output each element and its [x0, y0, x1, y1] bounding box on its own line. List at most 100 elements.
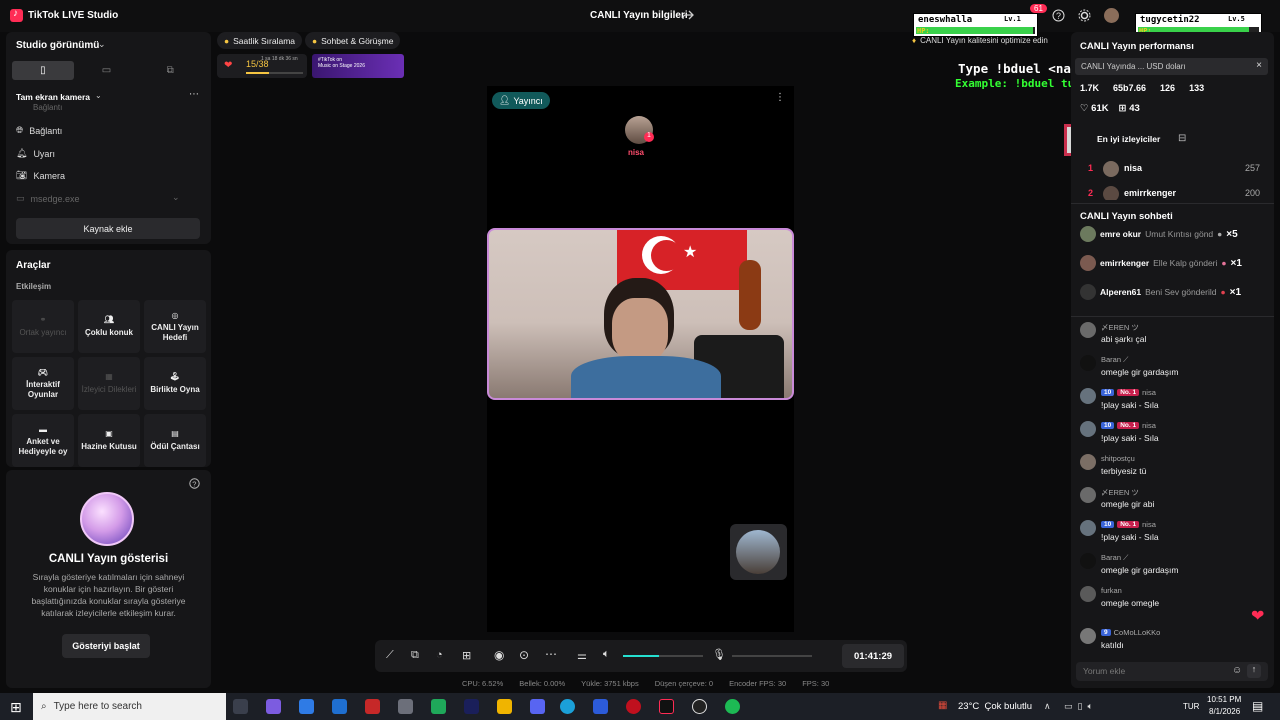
record-icon[interactable]: ◉: [494, 648, 504, 662]
tool-treasure-box[interactable]: ▣ Hazine Kutusu: [78, 414, 140, 467]
store-icon[interactable]: [299, 699, 314, 714]
clock-time[interactable]: 10:51 PM: [1207, 695, 1241, 704]
emoji-icon[interactable]: ☺: [1232, 665, 1242, 676]
send-icon[interactable]: ↑: [1247, 664, 1261, 678]
weather-text[interactable]: 23°C Çok bulutlu: [958, 701, 1032, 712]
clock-date[interactable]: 8/1/2026: [1209, 707, 1240, 716]
notification-center-icon[interactable]: ▤: [1252, 699, 1263, 713]
app-icon-grey[interactable]: [398, 699, 413, 714]
list-tab-icon[interactable]: ⊟: [1178, 133, 1186, 144]
chat-username[interactable]: nisa: [1142, 388, 1156, 397]
user-avatar[interactable]: [1080, 322, 1096, 338]
chat-username[interactable]: 〆EREN ツ: [1101, 322, 1139, 333]
chat-username[interactable]: furkan: [1101, 586, 1122, 595]
source-item-baglanti[interactable]: 🌐︎ Bağlantı: [16, 125, 62, 136]
app-icon-navy[interactable]: [464, 699, 479, 714]
tab-dual[interactable]: ⧉: [139, 61, 201, 80]
profile-avatar[interactable]: [1104, 8, 1119, 23]
stream-info-link[interactable]: CANLI Yayın bilgileri: [590, 10, 688, 21]
scene-title[interactable]: Tam ekran kamera: [16, 92, 90, 102]
event-banner[interactable]: #TikTok on Music on Stage 2026: [312, 54, 404, 78]
task-view-icon[interactable]: [233, 699, 248, 714]
opera-icon[interactable]: [626, 699, 641, 714]
chat-meet-chip[interactable]: ● Sohbet & Görüşme: [305, 32, 401, 49]
microphone-icon[interactable]: 🎙︎: [712, 648, 726, 661]
effects-icon[interactable]: ⧉: [411, 649, 419, 662]
chat-username[interactable]: Baran ⟋: [1101, 355, 1128, 365]
gift-user[interactable]: emirrkenger: [1100, 258, 1149, 268]
tool-co-host[interactable]: ⚭ Ortak yayıncı: [12, 300, 74, 353]
guest-pip-tile[interactable]: [730, 524, 787, 580]
chat-username[interactable]: CoMoLLoKKo: [1114, 628, 1161, 637]
speaker-icon[interactable]: 🔈︎: [603, 648, 610, 661]
scene-chevron-icon[interactable]: ⌄: [95, 91, 102, 100]
mic-volume-slider[interactable]: [732, 655, 812, 657]
tray-chevron-icon[interactable]: ∧: [1044, 701, 1051, 712]
progress-widget[interactable]: ❤ 15/38 1 sa 18 dk 36 sn: [217, 54, 307, 78]
file-explorer-icon[interactable]: [497, 699, 512, 714]
source-expand-icon[interactable]: ⌄: [172, 192, 180, 203]
tab-top-viewers[interactable]: En iyi izleyiciler: [1097, 134, 1160, 144]
gift-user[interactable]: Alperen61: [1100, 287, 1141, 297]
viewer-name[interactable]: nisa: [1124, 163, 1142, 173]
viewer-name[interactable]: emirrkenger: [1124, 188, 1176, 198]
user-avatar[interactable]: [1080, 586, 1096, 602]
chat-username[interactable]: nisa: [1142, 520, 1156, 529]
settings-gear-icon[interactable]: [1078, 9, 1091, 22]
chevron-down-icon[interactable]: ⌄: [98, 39, 106, 50]
edge-icon[interactable]: [560, 699, 575, 714]
user-avatar[interactable]: [1080, 388, 1096, 404]
user-avatar[interactable]: [1080, 421, 1096, 437]
source-item-msedge[interactable]: ▭ msedge.exe: [16, 193, 80, 204]
mail-icon[interactable]: [332, 699, 347, 714]
hourly-ranking-chip[interactable]: ● Saatlik Sıralama: [217, 32, 303, 49]
spotify-icon[interactable]: [725, 699, 740, 714]
tool-multi-guest[interactable]: 👥︎ Çoklu konuk: [78, 300, 140, 353]
app-icon-blue[interactable]: [593, 699, 608, 714]
discord-icon[interactable]: [530, 699, 545, 714]
app-icon-red[interactable]: [365, 699, 380, 714]
earnings-banner[interactable]: CANLI Yayında ... USD doları ×: [1075, 58, 1268, 75]
tiktok-taskbar-icon[interactable]: [659, 699, 674, 714]
tab-landscape[interactable]: ▭: [76, 61, 138, 80]
source-item-kamera[interactable]: 📷︎ Kamera: [16, 170, 65, 181]
stage-more-icon[interactable]: ⋮: [775, 92, 785, 103]
more-options-icon[interactable]: ⋯: [189, 89, 199, 100]
gift-user[interactable]: emre okur: [1100, 229, 1141, 239]
magic-wand-icon[interactable]: ⟋: [386, 649, 394, 662]
screenshot-icon[interactable]: ⊙: [519, 648, 529, 662]
tool-live-goal[interactable]: ◎ CANLI Yayın Hedefi: [144, 300, 206, 353]
copilot-icon[interactable]: [266, 699, 281, 714]
beauty-icon[interactable]: ◔: [436, 649, 443, 661]
share-icon[interactable]: [682, 9, 694, 21]
app-icon-green[interactable]: [431, 699, 446, 714]
tray-icons[interactable]: ▭▯🔈︎: [1064, 701, 1098, 712]
add-media-icon[interactable]: ⊞: [462, 649, 471, 662]
chat-username[interactable]: Baran ⟋: [1101, 553, 1128, 563]
speaker-volume-slider[interactable]: [623, 655, 703, 657]
user-avatar[interactable]: [1080, 628, 1096, 644]
chat-username[interactable]: shitpostçu: [1101, 454, 1135, 463]
obs-icon[interactable]: [692, 699, 707, 714]
source-item-partial[interactable]: Bağlantı: [16, 103, 62, 112]
user-avatar[interactable]: [1080, 355, 1096, 371]
tool-reward-bag[interactable]: ▤ Ödül Çantası: [144, 414, 206, 467]
help-icon[interactable]: ?: [189, 478, 200, 489]
tool-play-together[interactable]: 🕹︎ Birlikte Oyna: [144, 357, 206, 410]
user-avatar[interactable]: [1080, 487, 1096, 503]
user-avatar[interactable]: [1080, 553, 1096, 569]
user-avatar[interactable]: [1080, 520, 1096, 536]
windows-start-icon[interactable]: ⊞: [10, 699, 22, 716]
chat-username[interactable]: nisa: [1142, 421, 1156, 430]
quality-tip[interactable]: ♦ CANLI Yayın kalitesini optimize edin: [912, 36, 1048, 45]
audio-settings-icon[interactable]: ⚌: [577, 649, 587, 662]
user-avatar[interactable]: [1080, 454, 1096, 470]
taskbar-search[interactable]: ⌕ Type here to search: [33, 693, 226, 720]
chat-username[interactable]: 〆EREN ツ: [1101, 487, 1139, 498]
tab-portrait[interactable]: ▯: [12, 61, 74, 80]
studio-view-title[interactable]: Studio görünümü: [16, 40, 99, 51]
tool-interactive-games[interactable]: 🎮︎ İnteraktif Oyunlar: [12, 357, 74, 410]
help-icon[interactable]: ?: [1052, 9, 1065, 22]
start-show-button[interactable]: Gösteriyi başlat: [62, 634, 150, 658]
source-item-uyari[interactable]: 🔔︎ Uyarı: [16, 148, 55, 159]
